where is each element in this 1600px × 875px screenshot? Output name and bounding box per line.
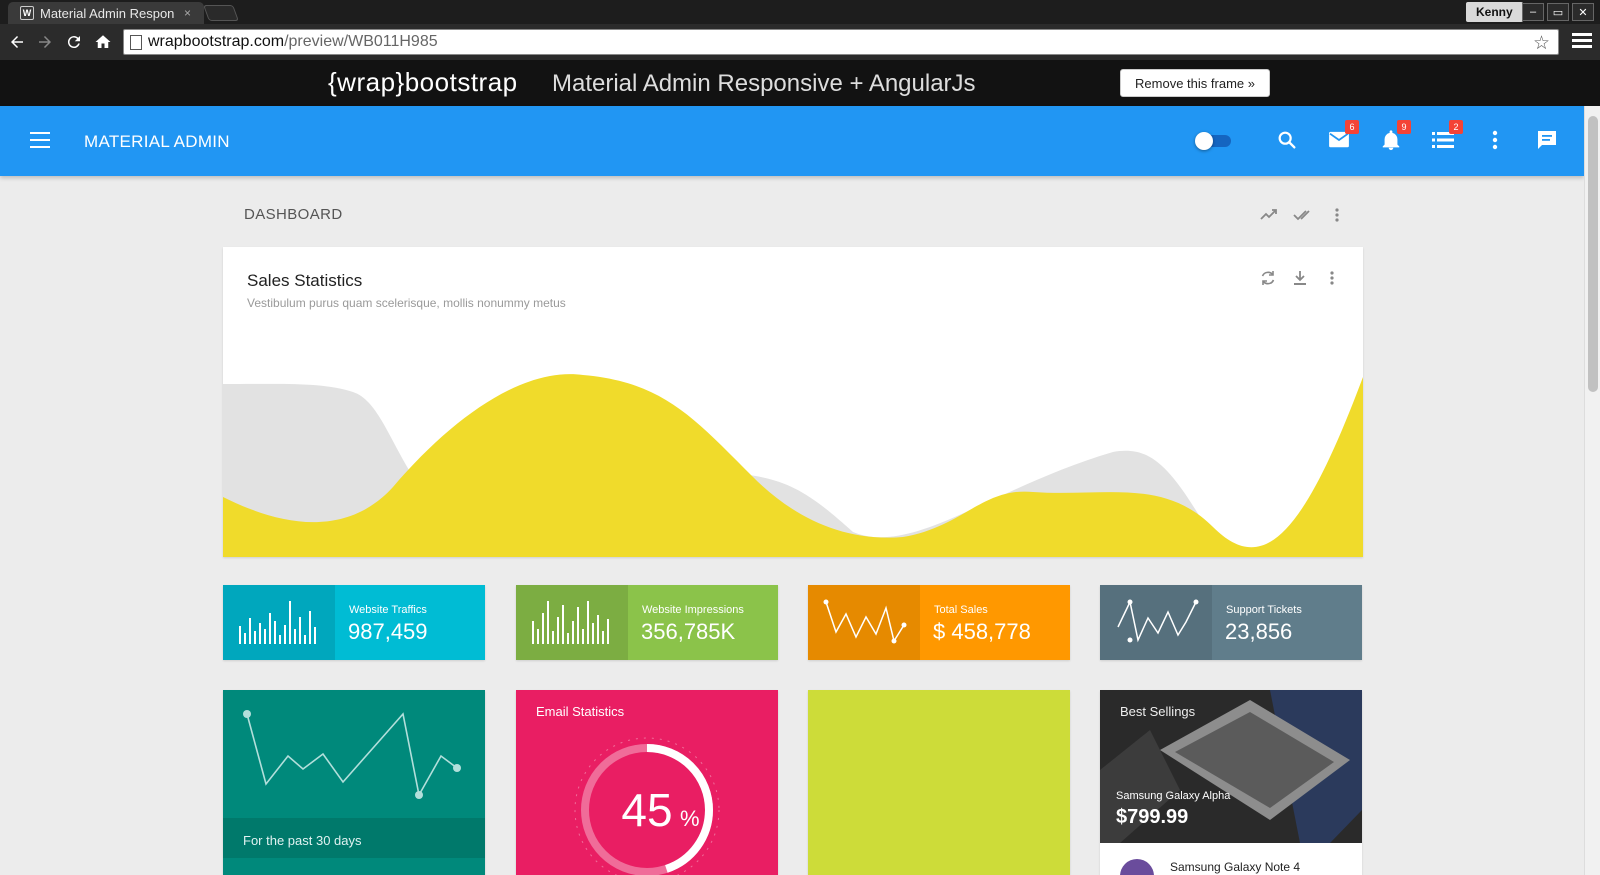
best-sellings-card: Best Sellings Samsung Galaxy Alpha $799.… xyxy=(1100,690,1362,875)
sales-statistics-card: Sales Statistics Vestibulum purus quam s… xyxy=(223,247,1363,557)
browser-tab-active[interactable]: W Material Admin Respon × xyxy=(8,2,204,24)
line-sparkline xyxy=(1100,585,1212,660)
lime-widget-card xyxy=(808,690,1070,875)
close-window-button[interactable]: ✕ xyxy=(1572,3,1594,21)
frame-title: Material Admin Responsive + AngularJs xyxy=(552,70,976,97)
trend-footer: For the past 30 days xyxy=(223,818,485,858)
stat-label: Website Impressions xyxy=(642,604,744,616)
tab-close-icon[interactable]: × xyxy=(184,6,191,20)
search-icon[interactable] xyxy=(1273,126,1301,154)
download-icon[interactable] xyxy=(1289,267,1311,289)
card-subtitle: Vestibulum purus quam scelerisque, molli… xyxy=(247,296,566,310)
bar-sparkline xyxy=(516,585,628,660)
stat-value: 23,856 xyxy=(1225,619,1293,644)
browser-toolbar: wrapbootstrap.com/preview/WB011H985 ☆ xyxy=(0,24,1600,60)
product-price: $799.99 xyxy=(1116,806,1189,828)
url-host: wrapbootstrap.com xyxy=(148,33,285,50)
browser-menu-icon[interactable] xyxy=(1572,33,1592,51)
preview-frame-bar: {wrap}bootstrap Material Admin Responsiv… xyxy=(0,60,1600,106)
url-path: /preview/WB011H985 xyxy=(284,33,438,50)
minimize-button[interactable]: – xyxy=(1522,3,1544,21)
more-vert-icon[interactable] xyxy=(1326,204,1348,226)
more-vert-icon[interactable] xyxy=(1321,267,1343,289)
tasks-badge: 2 xyxy=(1449,120,1463,134)
scrollbar-thumb[interactable] xyxy=(1588,116,1598,392)
stat-value: 987,459 xyxy=(348,619,428,644)
maximize-button[interactable]: ▭ xyxy=(1547,3,1569,21)
profile-button[interactable]: Kenny xyxy=(1466,2,1523,22)
recent-trend-card: For the past 30 days xyxy=(223,690,485,875)
stat-label: Support Tickets xyxy=(1226,604,1302,616)
theme-toggle[interactable] xyxy=(1195,132,1231,150)
menu-icon[interactable] xyxy=(30,132,50,148)
mail-badge: 6 xyxy=(1345,120,1359,134)
product-image: Best Sellings Samsung Galaxy Alpha $799.… xyxy=(1100,690,1362,843)
notifications-badge: 9 xyxy=(1397,120,1411,134)
card-title: Sales Statistics xyxy=(247,271,363,290)
chat-icon[interactable] xyxy=(1533,126,1561,154)
done-all-icon[interactable] xyxy=(1292,204,1314,226)
bell-icon[interactable]: 9 xyxy=(1377,120,1411,154)
stat-card-website-traffics: Website Traffics 987,459 xyxy=(223,585,485,660)
sales-area-chart xyxy=(223,374,1363,557)
line-sparkline xyxy=(808,585,920,660)
address-bar[interactable]: wrapbootstrap.com/preview/WB011H985 ☆ xyxy=(123,29,1559,55)
app-title[interactable]: MATERIAL ADMIN xyxy=(84,132,230,152)
stat-card-support-tickets: Support Tickets 23,856 xyxy=(1100,585,1362,660)
stat-value: 356,785K xyxy=(641,619,736,644)
more-vert-icon[interactable] xyxy=(1481,126,1509,154)
wrapbootstrap-logo[interactable]: {wrap}bootstrap xyxy=(328,67,518,98)
list-icon[interactable]: 2 xyxy=(1429,120,1463,154)
email-percent-sign: % xyxy=(680,806,700,831)
browser-tab-strip: W Material Admin Respon × Kenny – ▭ ✕ xyxy=(0,0,1600,24)
card-title: Email Statistics xyxy=(536,704,625,719)
back-icon[interactable] xyxy=(5,30,29,54)
stat-label: Total Sales xyxy=(934,604,988,616)
bookmark-star-icon[interactable]: ☆ xyxy=(1533,32,1550,55)
mail-icon[interactable]: 6 xyxy=(1325,120,1359,154)
stat-label: Website Traffics xyxy=(349,604,427,616)
app-header: MATERIAL ADMIN 6 9 2 xyxy=(0,106,1584,176)
dashboard-actions xyxy=(1258,204,1348,226)
card-title: Best Sellings xyxy=(1120,704,1196,719)
page-icon xyxy=(130,35,142,50)
remove-frame-button[interactable]: Remove this frame » xyxy=(1120,69,1270,97)
new-tab-button[interactable] xyxy=(203,5,239,21)
stat-card-total-sales: Total Sales $ 458,778 xyxy=(808,585,1070,660)
refresh-icon[interactable] xyxy=(1257,267,1279,289)
trending-up-icon[interactable] xyxy=(1258,204,1280,226)
trend-line-chart xyxy=(243,710,461,799)
stat-card-website-impressions: Website Impressions 356,785K xyxy=(516,585,778,660)
dashboard-content: DASHBOARD Sales Statistics Vestibulum pu… xyxy=(0,176,1584,875)
home-icon[interactable] xyxy=(91,30,115,54)
bar-sparkline xyxy=(223,585,335,660)
tab-title: Material Admin Respon xyxy=(40,5,175,21)
product-name: Samsung Galaxy Alpha xyxy=(1116,790,1231,802)
email-statistics-card: Email Statistics 45 % xyxy=(516,690,778,875)
page-scrollbar[interactable] xyxy=(1584,106,1600,875)
page-title: DASHBOARD xyxy=(244,206,343,223)
email-percent-value: 45 xyxy=(621,784,672,836)
card-actions xyxy=(1257,267,1343,289)
best-seller-item[interactable]: Samsung Galaxy Note 4 xyxy=(1100,843,1362,875)
forward-icon[interactable] xyxy=(33,30,57,54)
reload-icon[interactable] xyxy=(62,30,86,54)
stat-value: $ 458,778 xyxy=(933,619,1031,644)
tab-favicon-icon: W xyxy=(20,6,34,20)
